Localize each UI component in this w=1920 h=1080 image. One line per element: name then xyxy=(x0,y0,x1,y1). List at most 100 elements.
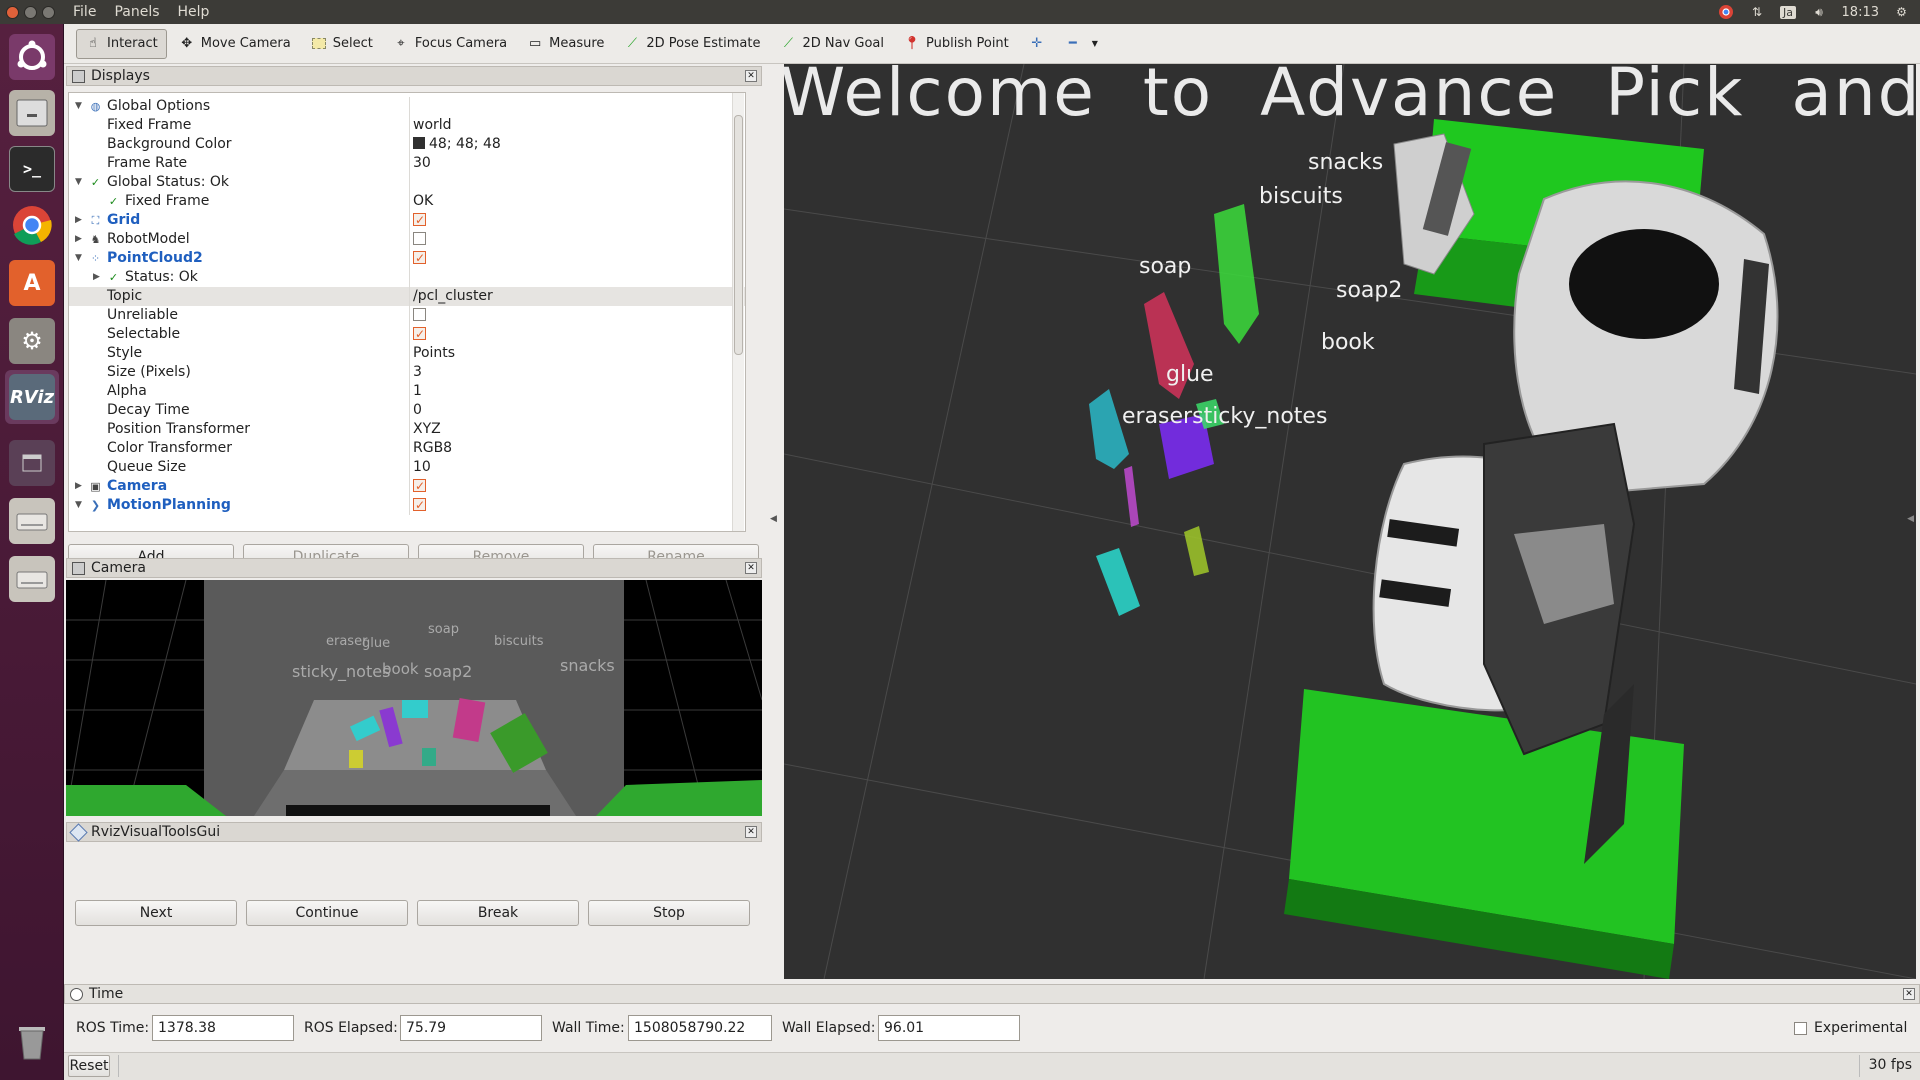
clock[interactable]: 18:13 xyxy=(1842,5,1879,20)
tree-row-value[interactable]: 1 xyxy=(413,382,422,401)
files-launcher-button[interactable] xyxy=(5,86,59,140)
tree-row-size-pixels[interactable]: Size (Pixels) 3 xyxy=(69,363,745,382)
enabled-checkbox[interactable] xyxy=(413,477,426,496)
tree-row-decay-time[interactable]: Decay Time 0 xyxy=(69,401,745,420)
camera-image-view[interactable]: eraser glue soap biscuits sticky_notes b… xyxy=(66,580,762,816)
terminal-launcher-button[interactable]: >_ xyxy=(5,142,59,196)
tool-move-camera[interactable]: ✥ Move Camera xyxy=(171,29,299,59)
tree-row-robot-model[interactable]: ▶ ♞ RobotModel xyxy=(69,230,745,249)
menu-panels[interactable]: Panels xyxy=(114,4,159,20)
software-center-launcher-button[interactable]: A xyxy=(5,256,59,310)
next-button[interactable]: Next xyxy=(75,900,237,926)
tree-row-camera[interactable]: ▶ ▣ Camera xyxy=(69,477,745,496)
workspace-switcher-button[interactable] xyxy=(5,436,59,490)
tree-row-global-options[interactable]: ▼ ◍ Global Options xyxy=(69,97,745,116)
enabled-checkbox[interactable] xyxy=(413,231,426,245)
tree-row-color-transformer[interactable]: Color Transformer RGB8 xyxy=(69,439,745,458)
tree-row-fixed-frame-status[interactable]: ✓ Fixed Frame OK xyxy=(69,192,745,211)
rviz-launcher-button[interactable]: RViz xyxy=(5,370,59,424)
volume-icon[interactable]: 🔊︎ xyxy=(1811,4,1828,21)
tree-row-unreliable[interactable]: Unreliable xyxy=(69,306,745,325)
reset-button[interactable]: Reset xyxy=(68,1055,110,1077)
scrollbar-thumb[interactable] xyxy=(734,115,743,355)
close-panel-icon[interactable]: ✕ xyxy=(1903,988,1915,1000)
collapsed-arrow-icon[interactable]: ▶ xyxy=(75,211,82,230)
tool-select[interactable]: Select xyxy=(303,29,381,59)
tool-interact[interactable]: ☝ Interact xyxy=(76,28,167,59)
tree-row-value[interactable]: world xyxy=(413,116,452,135)
experimental-checkbox[interactable] xyxy=(1794,1022,1807,1035)
enabled-checkbox[interactable] xyxy=(413,211,426,230)
tree-row-value[interactable]: 3 xyxy=(413,363,422,382)
tree-row-value[interactable]: /pcl_cluster xyxy=(413,287,493,306)
tree-row-pointcloud2[interactable]: ▼ ⁘ PointCloud2 xyxy=(69,249,745,268)
network-icon[interactable]: ⇅ xyxy=(1749,4,1766,21)
chrome-launcher-button[interactable] xyxy=(5,198,59,252)
enabled-checkbox[interactable] xyxy=(413,496,426,515)
expanded-arrow-icon[interactable]: ▼ xyxy=(75,173,82,192)
collapse-panel-arrow-icon[interactable]: ◀ xyxy=(770,514,777,524)
add-tool-button[interactable]: ✛ xyxy=(1021,29,1053,59)
drive-launcher-button-1[interactable] xyxy=(5,494,59,548)
color-value[interactable]: 48; 48; 48 xyxy=(413,135,501,154)
tree-row-background-color[interactable]: Background Color 48; 48; 48 xyxy=(69,135,745,154)
break-button[interactable]: Break xyxy=(417,900,579,926)
tree-row-style[interactable]: Style Points xyxy=(69,344,745,363)
tree-row-alpha[interactable]: Alpha 1 xyxy=(69,382,745,401)
wall-time-field[interactable]: 1508058790.22 xyxy=(628,1015,772,1041)
tree-row-topic[interactable]: Topic /pcl_cluster xyxy=(69,287,745,306)
tree-row-global-status[interactable]: ▼ ✓ Global Status: Ok xyxy=(69,173,745,192)
tool-focus-camera[interactable]: ⌖ Focus Camera xyxy=(385,29,515,59)
remove-tool-dropdown[interactable]: ━ ▼ xyxy=(1057,29,1111,59)
expanded-arrow-icon[interactable]: ▼ xyxy=(75,249,82,268)
menu-file[interactable]: File xyxy=(73,4,96,20)
tree-row-selectable[interactable]: Selectable xyxy=(69,325,745,344)
ubuntu-dash-button[interactable] xyxy=(5,30,59,84)
tree-row-motion-planning[interactable]: ▼ ❯ MotionPlanning xyxy=(69,496,745,515)
tree-row-value[interactable]: XYZ xyxy=(413,420,441,439)
settings-gear-icon[interactable]: ⚙ xyxy=(1893,4,1910,21)
collapsed-arrow-icon[interactable]: ▶ xyxy=(75,477,82,496)
chrome-tray-icon[interactable] xyxy=(1718,4,1735,21)
displays-scrollbar[interactable] xyxy=(732,93,744,531)
close-panel-icon[interactable]: ✕ xyxy=(745,826,757,838)
expanded-arrow-icon[interactable]: ▼ xyxy=(75,496,82,515)
tree-row-value[interactable]: 30 xyxy=(413,154,431,173)
tree-row-grid[interactable]: ▶ ⛶ Grid xyxy=(69,211,745,230)
minimize-window-icon[interactable] xyxy=(24,5,37,19)
selectable-checkbox[interactable] xyxy=(413,325,426,344)
system-settings-launcher-button[interactable]: ⚙ xyxy=(5,314,59,368)
wall-elapsed-field[interactable]: 96.01 xyxy=(878,1015,1020,1041)
menu-help[interactable]: Help xyxy=(178,4,210,20)
tree-row-value[interactable]: Points xyxy=(413,344,455,363)
tree-row-frame-rate[interactable]: Frame Rate 30 xyxy=(69,154,745,173)
tree-row-value[interactable]: 0 xyxy=(413,401,422,420)
close-panel-icon[interactable]: ✕ xyxy=(745,562,757,574)
tree-row-position-transformer[interactable]: Position Transformer XYZ xyxy=(69,420,745,439)
tool-2d-nav-goal[interactable]: ⟋ 2D Nav Goal xyxy=(772,29,892,59)
enabled-checkbox[interactable] xyxy=(413,249,426,268)
close-panel-icon[interactable]: ✕ xyxy=(745,70,757,82)
tree-row-fixed-frame[interactable]: Fixed Frame world xyxy=(69,116,745,135)
close-window-icon[interactable] xyxy=(6,5,19,19)
tree-row-value[interactable]: RGB8 xyxy=(413,439,452,458)
unreliable-checkbox[interactable] xyxy=(413,307,426,321)
tree-row-status-ok[interactable]: ▶ ✓ Status: Ok xyxy=(69,268,745,287)
tool-2d-pose-estimate[interactable]: ⟋ 2D Pose Estimate xyxy=(616,29,768,59)
tool-measure[interactable]: ▭ Measure xyxy=(519,29,612,59)
keyboard-layout-indicator[interactable]: Ja xyxy=(1780,4,1797,21)
collapsed-arrow-icon[interactable]: ▶ xyxy=(93,268,100,287)
expanded-arrow-icon[interactable]: ▼ xyxy=(75,97,82,116)
drive-launcher-button-2[interactable] xyxy=(5,552,59,606)
render-3d-view[interactable]: Welcome to Advance Pick and Pl snacks bi… xyxy=(784,64,1916,979)
trash-launcher-button[interactable] xyxy=(5,1014,59,1068)
continue-button[interactable]: Continue xyxy=(246,900,408,926)
stop-button[interactable]: Stop xyxy=(588,900,750,926)
maximize-window-icon[interactable] xyxy=(42,5,55,19)
tree-row-queue-size[interactable]: Queue Size 10 xyxy=(69,458,745,477)
tree-row-value[interactable]: 10 xyxy=(413,458,431,477)
ros-elapsed-field[interactable]: 75.79 xyxy=(400,1015,542,1041)
ros-time-field[interactable]: 1378.38 xyxy=(152,1015,294,1041)
collapsed-arrow-icon[interactable]: ▶ xyxy=(75,230,82,249)
tool-publish-point[interactable]: 📍︎ Publish Point xyxy=(896,29,1017,59)
